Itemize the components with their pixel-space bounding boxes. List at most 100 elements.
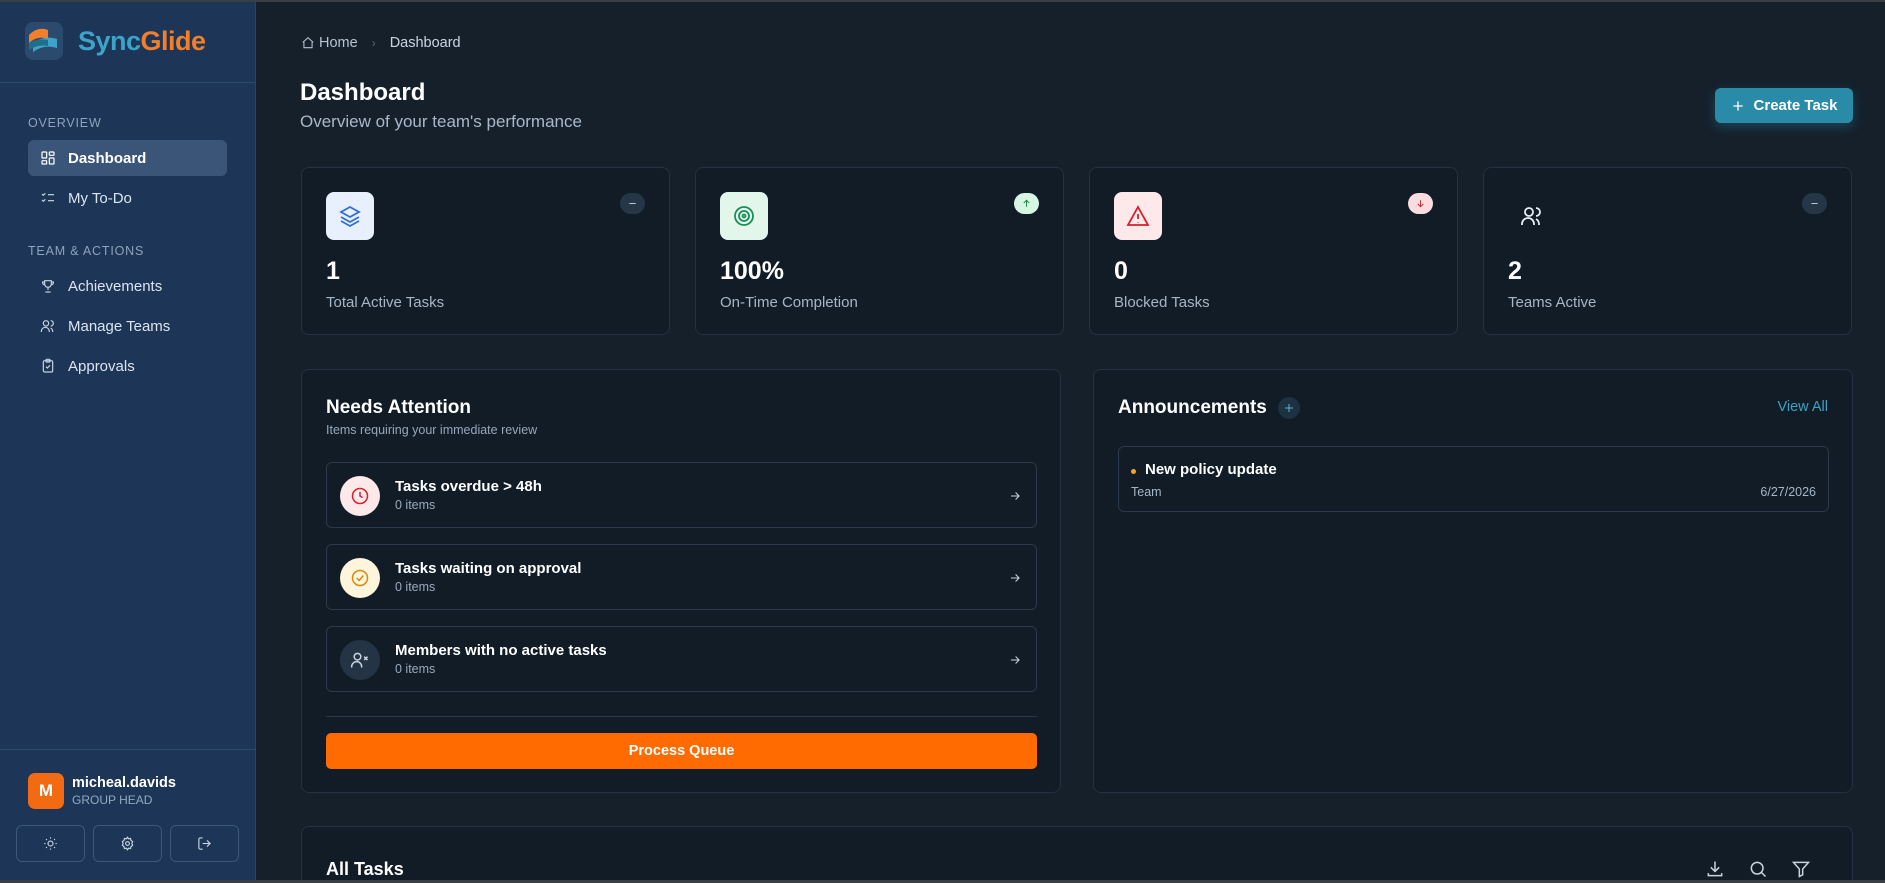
brand-name-glide: Glide <box>140 25 207 56</box>
avatar: M <box>28 773 64 809</box>
attention-item-title: Members with no active tasks <box>395 642 607 659</box>
arrow-right-icon <box>1010 492 1020 500</box>
create-task-button[interactable]: Create Task <box>1715 88 1853 123</box>
stat-card-total-active: 1 Total Active Tasks <box>301 167 670 335</box>
stat-label: Total Active Tasks <box>326 294 445 311</box>
home-icon <box>302 37 314 49</box>
stat-card-teams: 2 Teams Active <box>1483 167 1852 335</box>
stat-value: 2 <box>1508 257 1522 285</box>
add-announcement-button[interactable] <box>1278 397 1300 419</box>
attention-item-overdue[interactable]: Tasks overdue > 48h 0 items <box>326 462 1037 528</box>
attention-item-count: 0 items <box>395 498 436 512</box>
window-top-border <box>0 0 1885 2</box>
search-button[interactable] <box>1748 859 1768 879</box>
arrow-down-icon <box>1417 200 1424 208</box>
all-tasks-panel: All Tasks <box>301 826 1853 883</box>
brand-logo-icon <box>25 22 63 60</box>
sidebar-item-label: Manage Teams <box>68 317 171 335</box>
settings-button[interactable] <box>93 825 162 862</box>
target-icon <box>734 206 754 226</box>
stat-value: 0 <box>1114 257 1128 285</box>
attention-icon-box <box>340 640 380 680</box>
clock-icon <box>351 487 369 505</box>
breadcrumb: Home › Dashboard <box>301 35 461 51</box>
announcement-item[interactable]: New policy update Team 6/27/2026 <box>1118 446 1829 512</box>
attention-item-count: 0 items <box>395 580 436 594</box>
filter-button[interactable] <box>1791 859 1811 879</box>
logout-icon <box>198 837 211 850</box>
announcement-title: New policy update <box>1145 461 1277 478</box>
trend-neutral-badge <box>620 193 645 214</box>
sidebar-item-manage-teams[interactable]: Manage Teams <box>28 308 227 344</box>
theme-toggle-button[interactable] <box>16 825 85 862</box>
process-queue-button[interactable]: Process Queue <box>326 733 1037 769</box>
plus-icon <box>1732 100 1743 111</box>
trend-down-badge <box>1408 193 1433 214</box>
attention-item-no-tasks[interactable]: Members with no active tasks 0 items <box>326 626 1037 692</box>
stat-value: 100% <box>720 257 784 285</box>
brand-name-sync: Sync <box>78 25 141 56</box>
create-task-label: Create Task <box>1753 97 1838 114</box>
stat-icon-box <box>326 192 374 240</box>
brand-name: SyncGlide <box>78 26 206 57</box>
stat-card-blocked: 0 Blocked Tasks <box>1089 167 1458 335</box>
arrow-right-icon <box>1010 574 1020 582</box>
sidebar-item-achievements[interactable]: Achievements <box>28 268 227 304</box>
stat-label: Blocked Tasks <box>1114 294 1210 311</box>
attention-item-title: Tasks overdue > 48h <box>395 478 542 495</box>
attention-icon-box <box>340 558 380 598</box>
sidebar-item-label: Dashboard <box>68 149 147 167</box>
sun-icon <box>44 837 57 850</box>
users-icon <box>1521 207 1541 225</box>
sidebar-item-dashboard[interactable]: Dashboard <box>28 140 227 176</box>
stat-label: On-Time Completion <box>720 294 858 311</box>
breadcrumb-home[interactable]: Home <box>319 35 358 51</box>
sidebar-item-label: Approvals <box>68 357 135 375</box>
sidebar-item-approvals[interactable]: Approvals <box>28 348 227 384</box>
needs-attention-panel: Needs Attention Items requiring your imm… <box>301 369 1061 793</box>
needs-attention-title: Needs Attention <box>326 397 471 418</box>
all-tasks-title: All Tasks <box>326 859 404 879</box>
arrow-up-icon <box>1023 199 1030 207</box>
page-subtitle: Overview of your team's performance <box>300 112 582 131</box>
check-circle-icon <box>351 569 369 587</box>
download-icon <box>1707 861 1723 877</box>
stat-value: 1 <box>326 257 340 285</box>
view-all-link[interactable]: View All <box>1777 399 1828 415</box>
filter-icon <box>1791 861 1811 878</box>
announcement-audience: Team <box>1131 485 1162 499</box>
divider <box>326 716 1037 717</box>
sidebar-item-my-todo[interactable]: My To-Do <box>28 180 227 216</box>
main-content: Home › Dashboard Dashboard Overview of y… <box>256 0 1885 883</box>
brand[interactable]: SyncGlide <box>0 0 255 83</box>
user-profile[interactable]: M micheal.davids GROUP HEAD <box>0 750 256 809</box>
stat-label: Teams Active <box>1508 294 1597 311</box>
plus-icon <box>1285 404 1293 412</box>
user-area: M micheal.davids GROUP HEAD <box>0 749 256 883</box>
download-button[interactable] <box>1705 859 1725 879</box>
announcements-title: Announcements <box>1118 397 1267 418</box>
user-x-icon <box>350 652 369 668</box>
page-title: Dashboard <box>300 79 426 106</box>
arrow-right-icon <box>1010 656 1020 664</box>
trend-neutral-badge <box>1802 193 1827 214</box>
minus-icon <box>1811 203 1818 204</box>
breadcrumb-current: Dashboard <box>389 35 461 51</box>
layers-icon <box>339 205 361 228</box>
checklist-icon <box>41 192 54 203</box>
breadcrumb-separator: › <box>371 36 376 50</box>
nav-section-team: TEAM & ACTIONS <box>28 244 145 258</box>
minus-icon <box>629 203 636 204</box>
alert-triangle-icon <box>1126 205 1150 226</box>
sidebar-item-label: My To-Do <box>68 189 132 207</box>
attention-item-count: 0 items <box>395 662 436 676</box>
users-icon <box>40 320 54 332</box>
logout-button[interactable] <box>170 825 239 862</box>
user-name: micheal.davids <box>72 775 176 791</box>
attention-icon-box <box>340 476 380 516</box>
clipboard-check-icon <box>42 358 54 373</box>
stat-icon-box <box>1114 192 1162 240</box>
announcement-dot <box>1131 469 1136 474</box>
announcement-date: 6/27/2026 <box>1760 485 1816 499</box>
attention-item-approval[interactable]: Tasks waiting on approval 0 items <box>326 544 1037 610</box>
